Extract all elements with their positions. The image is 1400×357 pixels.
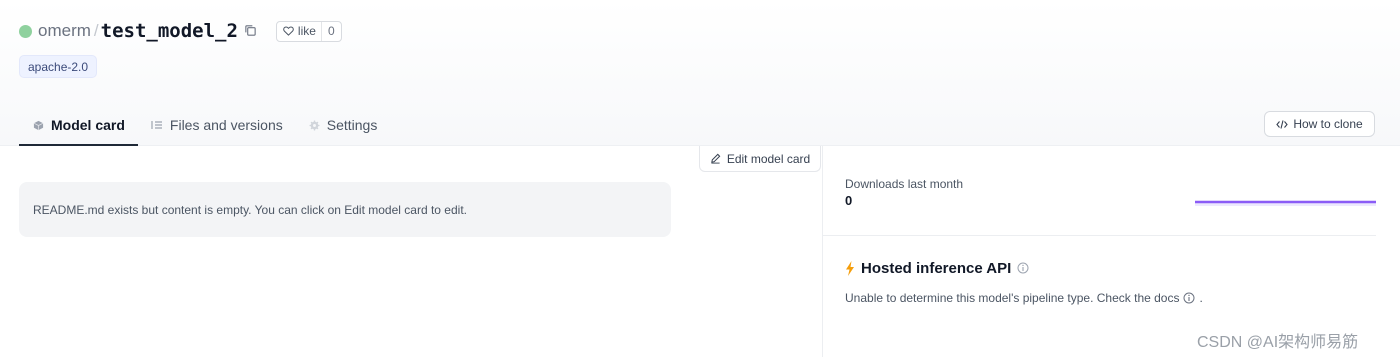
edit-model-card-label: Edit model card: [726, 151, 811, 166]
tab-files-and-versions[interactable]: Files and versions: [138, 106, 296, 144]
tab-settings[interactable]: Settings: [296, 106, 391, 144]
inference-api-message: Unable to determine this model's pipelin…: [845, 291, 1203, 305]
info-icon[interactable]: [1017, 262, 1029, 274]
how-to-clone-button[interactable]: How to clone: [1264, 111, 1375, 137]
downloads-value: 0: [845, 193, 853, 208]
docs-info-icon[interactable]: [1183, 292, 1195, 304]
repo-title-row: omerm / test_model_2 like 0: [19, 19, 342, 43]
watermark-text: CSDN @AI架构师易筋: [1197, 334, 1359, 351]
code-icon: [1276, 119, 1289, 129]
how-to-clone-label: How to clone: [1293, 117, 1363, 131]
cube-icon: [33, 120, 44, 130]
copy-icon[interactable]: [244, 24, 258, 38]
status-dot-icon: [19, 24, 32, 38]
heart-icon: [283, 26, 294, 36]
tab-settings-label: Settings: [326, 117, 378, 133]
like-toggle[interactable]: like: [277, 22, 321, 41]
like-button[interactable]: like 0: [275, 20, 342, 42]
inference-api-heading: Hosted inference API: [845, 258, 1029, 278]
gear-icon: [309, 120, 320, 130]
repo-owner-link[interactable]: omerm: [38, 21, 91, 41]
tab-model-card[interactable]: Model card: [19, 106, 138, 146]
inference-api-title: Hosted inference API: [861, 259, 1012, 277]
repo-name-link[interactable]: test_model_2: [101, 20, 238, 42]
tab-model-card-label: Model card: [51, 117, 125, 133]
license-tag[interactable]: apache-2.0: [19, 55, 98, 78]
downloads-label: Downloads last month: [845, 177, 964, 191]
like-count[interactable]: 0: [320, 21, 341, 41]
readme-empty-notice: README.md exists but content is empty. Y…: [19, 182, 671, 237]
lightning-icon: [846, 260, 854, 276]
inference-api-text: Unable to determine this model's pipelin…: [845, 291, 1180, 305]
downloads-sparkline: [1195, 200, 1376, 206]
tab-files-label: Files and versions: [169, 117, 283, 133]
inference-api-suffix: .: [1199, 291, 1203, 305]
model-sidebar: Downloads last month 0 Hosted inference …: [822, 146, 1400, 357]
sidebar-divider: [823, 235, 1376, 236]
files-icon: [151, 121, 162, 129]
repo-separator: /: [93, 21, 99, 40]
readme-empty-message: README.md exists but content is empty. Y…: [33, 202, 467, 217]
repo-tabs: Model card Files and versions Settings: [19, 106, 390, 146]
pencil-icon: [711, 153, 721, 164]
repo-header: omerm / test_model_2 like 0 apache-2.0 M…: [0, 0, 1400, 146]
like-label: like: [297, 24, 316, 38]
edit-model-card-button[interactable]: Edit model card: [699, 146, 821, 172]
